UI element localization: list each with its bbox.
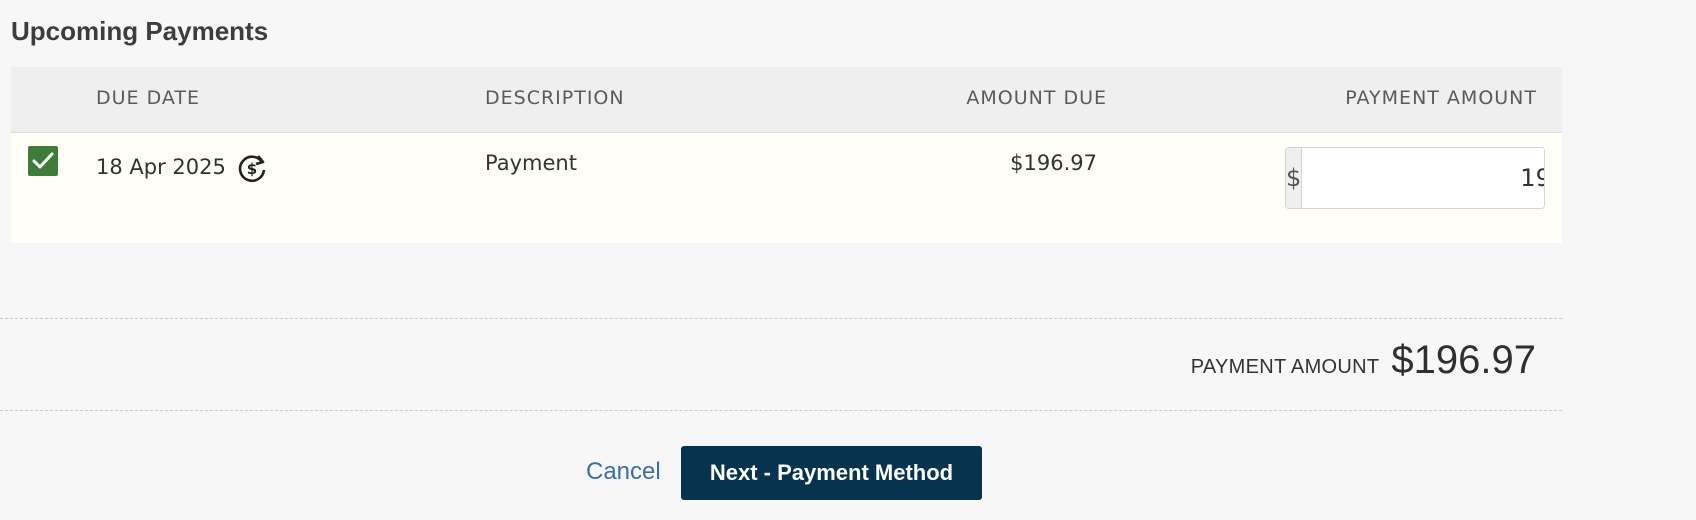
recurring-dollar-icon: $	[236, 152, 268, 184]
payment-total-value: $196.97	[1391, 338, 1536, 382]
due-date-text: 18 Apr 2025	[96, 155, 226, 179]
payment-total: PAYMENT AMOUNT $196.97	[1191, 338, 1536, 383]
row-select-checkbox[interactable]	[28, 146, 58, 176]
currency-prefix: $	[1286, 148, 1303, 208]
svg-text:$: $	[247, 160, 257, 178]
header-payment-amount: PAYMENT AMOUNT	[1345, 87, 1537, 109]
header-due-date: DUE DATE	[96, 87, 201, 109]
divider-bottom	[0, 410, 1562, 411]
payment-amount-input[interactable]	[1302, 148, 1544, 208]
upcoming-payments-page: Upcoming Payments DUE DATE DESCRIPTION A…	[0, 0, 1696, 520]
payments-table: DUE DATE DESCRIPTION AMOUNT DUE PAYMENT …	[11, 67, 1562, 243]
payment-total-label: PAYMENT AMOUNT	[1190, 356, 1380, 378]
description-cell: Payment	[485, 151, 577, 175]
amount-due-cell: $196.97	[1010, 151, 1097, 175]
header-description: DESCRIPTION	[485, 87, 625, 109]
divider-top	[0, 318, 1562, 319]
check-icon	[32, 152, 54, 169]
cancel-link[interactable]: Cancel	[586, 458, 661, 486]
due-date-cell: 18 Apr 2025 $	[96, 151, 268, 183]
table-row: 18 Apr 2025 $ Payment $196.97 $	[11, 133, 1562, 243]
table-header: DUE DATE DESCRIPTION AMOUNT DUE PAYMENT …	[11, 67, 1562, 133]
header-amount-due: AMOUNT DUE	[966, 87, 1107, 109]
next-payment-method-button[interactable]: Next - Payment Method	[681, 446, 982, 500]
payment-amount-field: $	[1285, 147, 1545, 209]
section-title: Upcoming Payments	[11, 16, 269, 46]
